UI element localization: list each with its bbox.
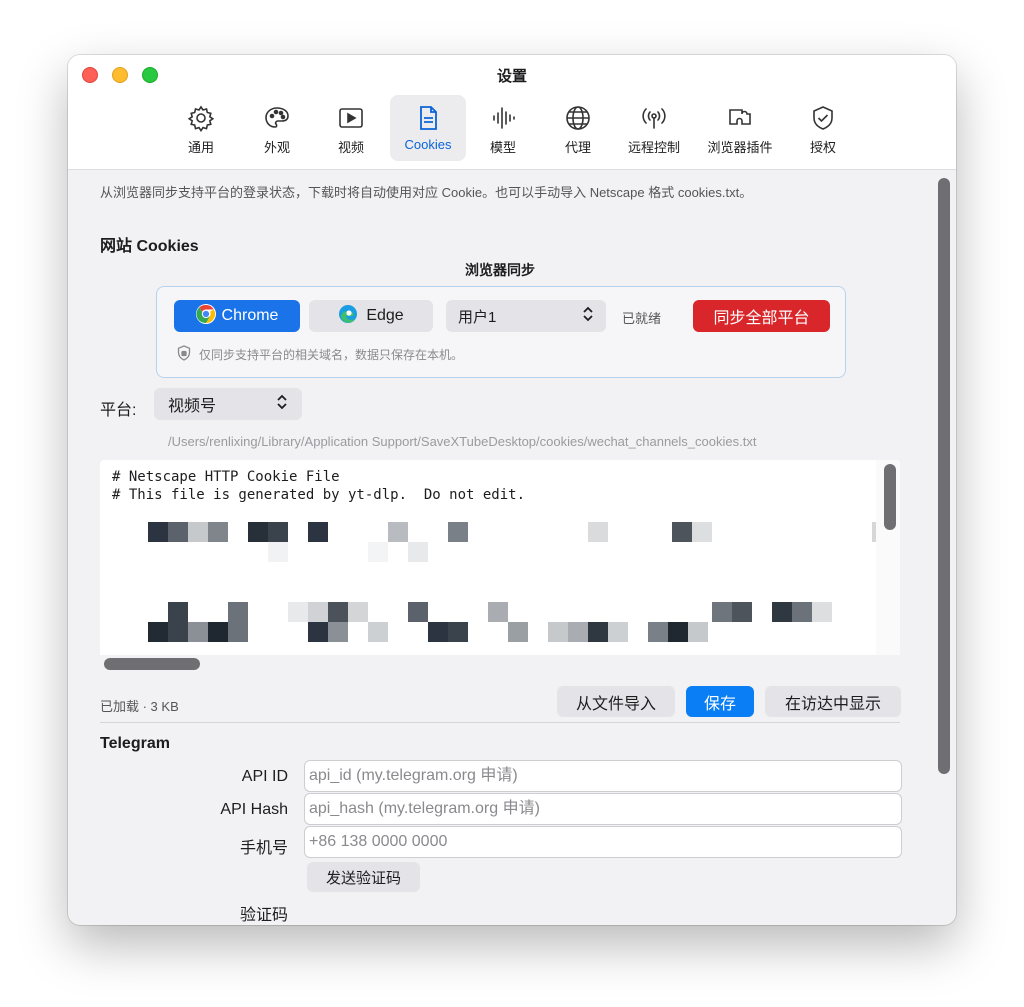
redacted-row <box>100 602 880 622</box>
puzzle-icon <box>700 103 780 133</box>
tab-label: 模型 <box>489 140 516 155</box>
browser-sync-heading: 浏览器同步 <box>465 262 535 278</box>
play-icon <box>316 103 386 133</box>
gear-icon <box>166 103 236 133</box>
editor-line: # Netscape HTTP Cookie File <box>112 469 340 485</box>
import-from-file-button[interactable]: 从文件导入 <box>557 686 675 717</box>
intro-text: 从浏览器同步支持平台的登录状态，下载时将自动使用对应 Cookie。也可以手动导… <box>100 185 753 200</box>
cookie-text-editor[interactable]: # Netscape HTTP Cookie File # This file … <box>100 460 900 673</box>
chevron-updown-icon <box>582 306 594 326</box>
user-profile-select[interactable]: 用户1 <box>446 300 606 332</box>
shield-icon <box>177 345 191 364</box>
api-id-field[interactable] <box>304 760 902 792</box>
phone-input[interactable] <box>307 832 899 852</box>
editor-horizontal-scrollbar[interactable] <box>104 658 200 670</box>
palette-icon <box>242 103 312 133</box>
editor-vertical-scrollbar[interactable] <box>884 464 896 530</box>
send-code-button[interactable]: 发送验证码 <box>307 862 420 892</box>
chrome-icon <box>195 303 216 329</box>
redacted-row <box>100 522 884 542</box>
document-icon <box>390 103 466 133</box>
tab-label: Cookies <box>404 137 452 152</box>
phone-label: 手机号 <box>239 840 288 857</box>
loaded-size-label: 已加载 · 3 KB <box>100 699 179 714</box>
tab-video[interactable]: 视频 <box>316 95 386 161</box>
save-button[interactable]: 保存 <box>686 686 754 717</box>
verification-code-label: 验证码 <box>239 907 288 924</box>
browser-sync-box: Chrome Edge 用户1 已就绪 同步全部平台 仅同步支持平台的相关域名，… <box>156 286 846 378</box>
divider <box>100 722 900 723</box>
platform-label: 平台: <box>100 402 137 419</box>
sync-note: 仅同步支持平台的相关域名，数据只保存在本机。 <box>177 345 463 364</box>
settings-tabs: 通用 外观 视频 Cookies 模型 代理 远程控制 浏览器插件 授权 <box>68 95 956 165</box>
sync-all-platforms-button[interactable]: 同步全部平台 <box>693 300 830 332</box>
tab-remote-control[interactable]: 远程控制 <box>619 95 689 161</box>
editor-horizontal-scroll-track <box>100 655 900 673</box>
editor-line: # This file is generated by yt-dlp. Do n… <box>112 487 526 503</box>
telegram-section-title: Telegram <box>100 735 170 752</box>
shield-check-icon <box>788 103 858 133</box>
api-id-label: API ID <box>241 768 288 785</box>
phone-field[interactable] <box>304 826 902 858</box>
cookies-section-title: 网站 Cookies <box>100 238 199 255</box>
edge-button[interactable]: Edge <box>309 300 433 332</box>
settings-window: 设置 通用 外观 视频 Cookies 模型 代理 远程控制 浏览器插件 授权 … <box>68 55 956 925</box>
globe-icon <box>543 103 613 133</box>
sync-note-text: 仅同步支持平台的相关域名，数据只保存在本机。 <box>199 348 464 362</box>
tab-label: 远程控制 <box>627 140 680 155</box>
sync-status: 已就绪 <box>622 311 662 326</box>
api-hash-field[interactable] <box>304 793 902 825</box>
antenna-icon <box>619 103 689 133</box>
redacted-row <box>100 622 880 642</box>
tab-cookies[interactable]: Cookies <box>390 95 466 161</box>
redacted-row <box>100 542 880 562</box>
cookies-pane: 从浏览器同步支持平台的登录状态，下载时将自动使用对应 Cookie。也可以手动导… <box>68 170 956 925</box>
editor-content: # Netscape HTTP Cookie File # This file … <box>112 468 525 504</box>
chevron-updown-icon <box>276 394 288 415</box>
tab-label: 授权 <box>809 140 836 155</box>
api-hash-input[interactable] <box>307 799 899 819</box>
tab-label: 视频 <box>337 140 364 155</box>
api-id-input[interactable] <box>307 766 899 786</box>
tab-label: 代理 <box>564 140 591 155</box>
tab-license[interactable]: 授权 <box>788 95 858 161</box>
tab-label: 外观 <box>263 140 290 155</box>
edge-button-label: Edge <box>366 307 404 324</box>
tab-model[interactable]: 模型 <box>468 95 538 161</box>
chrome-button-label: Chrome <box>221 307 279 324</box>
main-vertical-scrollbar[interactable] <box>938 178 950 774</box>
user-profile-value: 用户1 <box>458 308 497 326</box>
tab-browser-extension[interactable]: 浏览器插件 <box>700 95 780 161</box>
chrome-button[interactable]: Chrome <box>174 300 300 332</box>
tab-label: 浏览器插件 <box>707 140 773 155</box>
titlebar: 设置 通用 外观 视频 Cookies 模型 代理 远程控制 浏览器插件 授权 <box>68 55 956 170</box>
cookie-file-path: /Users/renlixing/Library/Application Sup… <box>168 434 757 449</box>
platform-value: 视频号 <box>168 398 217 415</box>
tab-general[interactable]: 通用 <box>166 95 236 161</box>
window-title: 设置 <box>496 68 527 85</box>
api-hash-label: API Hash <box>220 801 288 818</box>
tab-label: 通用 <box>187 140 214 155</box>
tab-appearance[interactable]: 外观 <box>242 95 312 161</box>
show-in-finder-button[interactable]: 在访达中显示 <box>765 686 901 717</box>
platform-select[interactable]: 视频号 <box>154 388 302 420</box>
edge-icon <box>338 304 358 329</box>
waveform-icon <box>468 103 538 133</box>
tab-proxy[interactable]: 代理 <box>543 95 613 161</box>
